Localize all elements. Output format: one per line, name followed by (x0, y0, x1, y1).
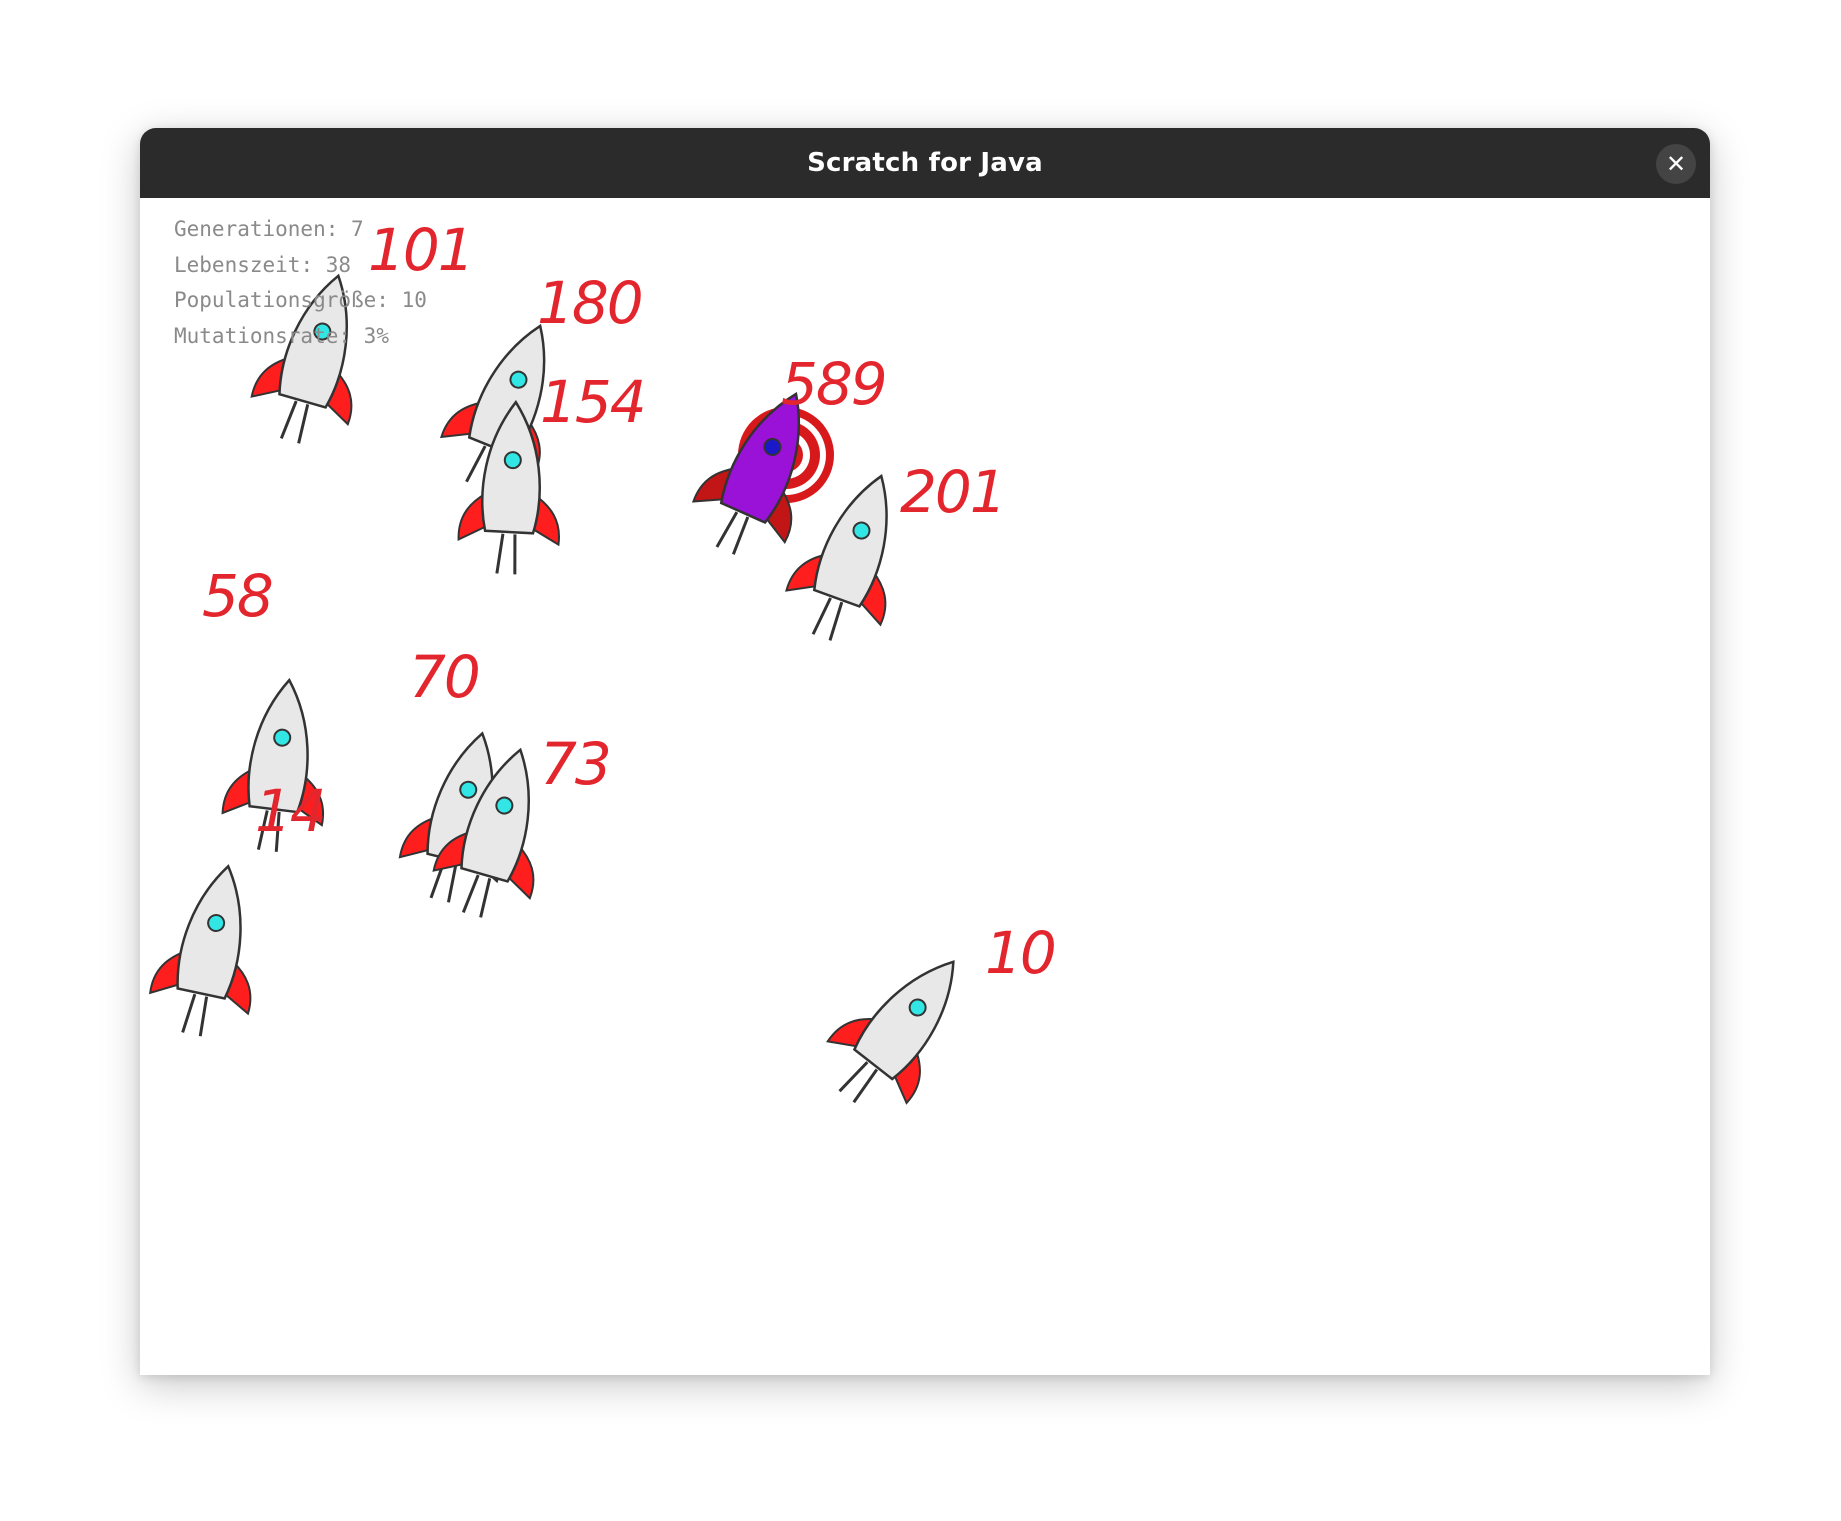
porthole-icon (503, 451, 522, 470)
exhaust-line (461, 874, 480, 913)
rocket-score-label: 154 (540, 368, 645, 436)
exhaust-line (479, 878, 492, 918)
exhaust-line (715, 511, 739, 548)
exhaust-line (513, 534, 517, 575)
close-icon: ✕ (1665, 150, 1687, 178)
rocket-score-label: 589 (781, 350, 886, 418)
stat-mutation-rate: Mutationsrate: 3% (174, 323, 389, 348)
rocket-score-label: 70 (409, 643, 479, 711)
rocket-sprite (148, 864, 252, 1037)
exhaust-line (279, 400, 298, 439)
exhaust-line (731, 516, 750, 555)
exhaust-line (297, 404, 310, 444)
app-window: Scratch for Java ✕ Generationen: 7 Lebens… (140, 128, 1710, 1375)
rocket-score-label: 14 (255, 777, 325, 845)
close-button[interactable]: ✕ (1656, 144, 1696, 184)
title-bar[interactable]: Scratch for Java ✕ (140, 128, 1710, 198)
stat-lifetime: Lebenszeit: 38 (174, 252, 352, 277)
rocket-score-label: 180 (537, 269, 642, 337)
exhaust-line (198, 996, 209, 1037)
stats-panel: Generationen: 7 Lebenszeit: 38 Populations… (174, 212, 427, 354)
sprite-layer: 101180154 5892015870731410 (148, 216, 1057, 1105)
exhaust-line (446, 862, 458, 903)
rocket-sprite (826, 960, 955, 1105)
stat-generations: Generationen: 7 (174, 217, 364, 241)
exhaust-line (465, 445, 487, 483)
rocket-score-label: 73 (540, 730, 610, 798)
rocket-score-label: 58 (202, 562, 272, 630)
stat-population-size: Populationsgröße: 10 (174, 288, 427, 312)
exhaust-line (495, 533, 505, 574)
rocket-score-label: 10 (985, 919, 1055, 987)
porthole-icon (273, 728, 292, 747)
exhaust-line (811, 597, 832, 635)
exhaust-line (181, 993, 197, 1033)
exhaust-line (828, 601, 844, 641)
game-stage[interactable]: Generationen: 7 Lebenszeit: 38 Populations… (140, 198, 1710, 1375)
window-title: Scratch for Java (807, 148, 1043, 178)
rocket-score-label: 201 (900, 458, 1005, 526)
